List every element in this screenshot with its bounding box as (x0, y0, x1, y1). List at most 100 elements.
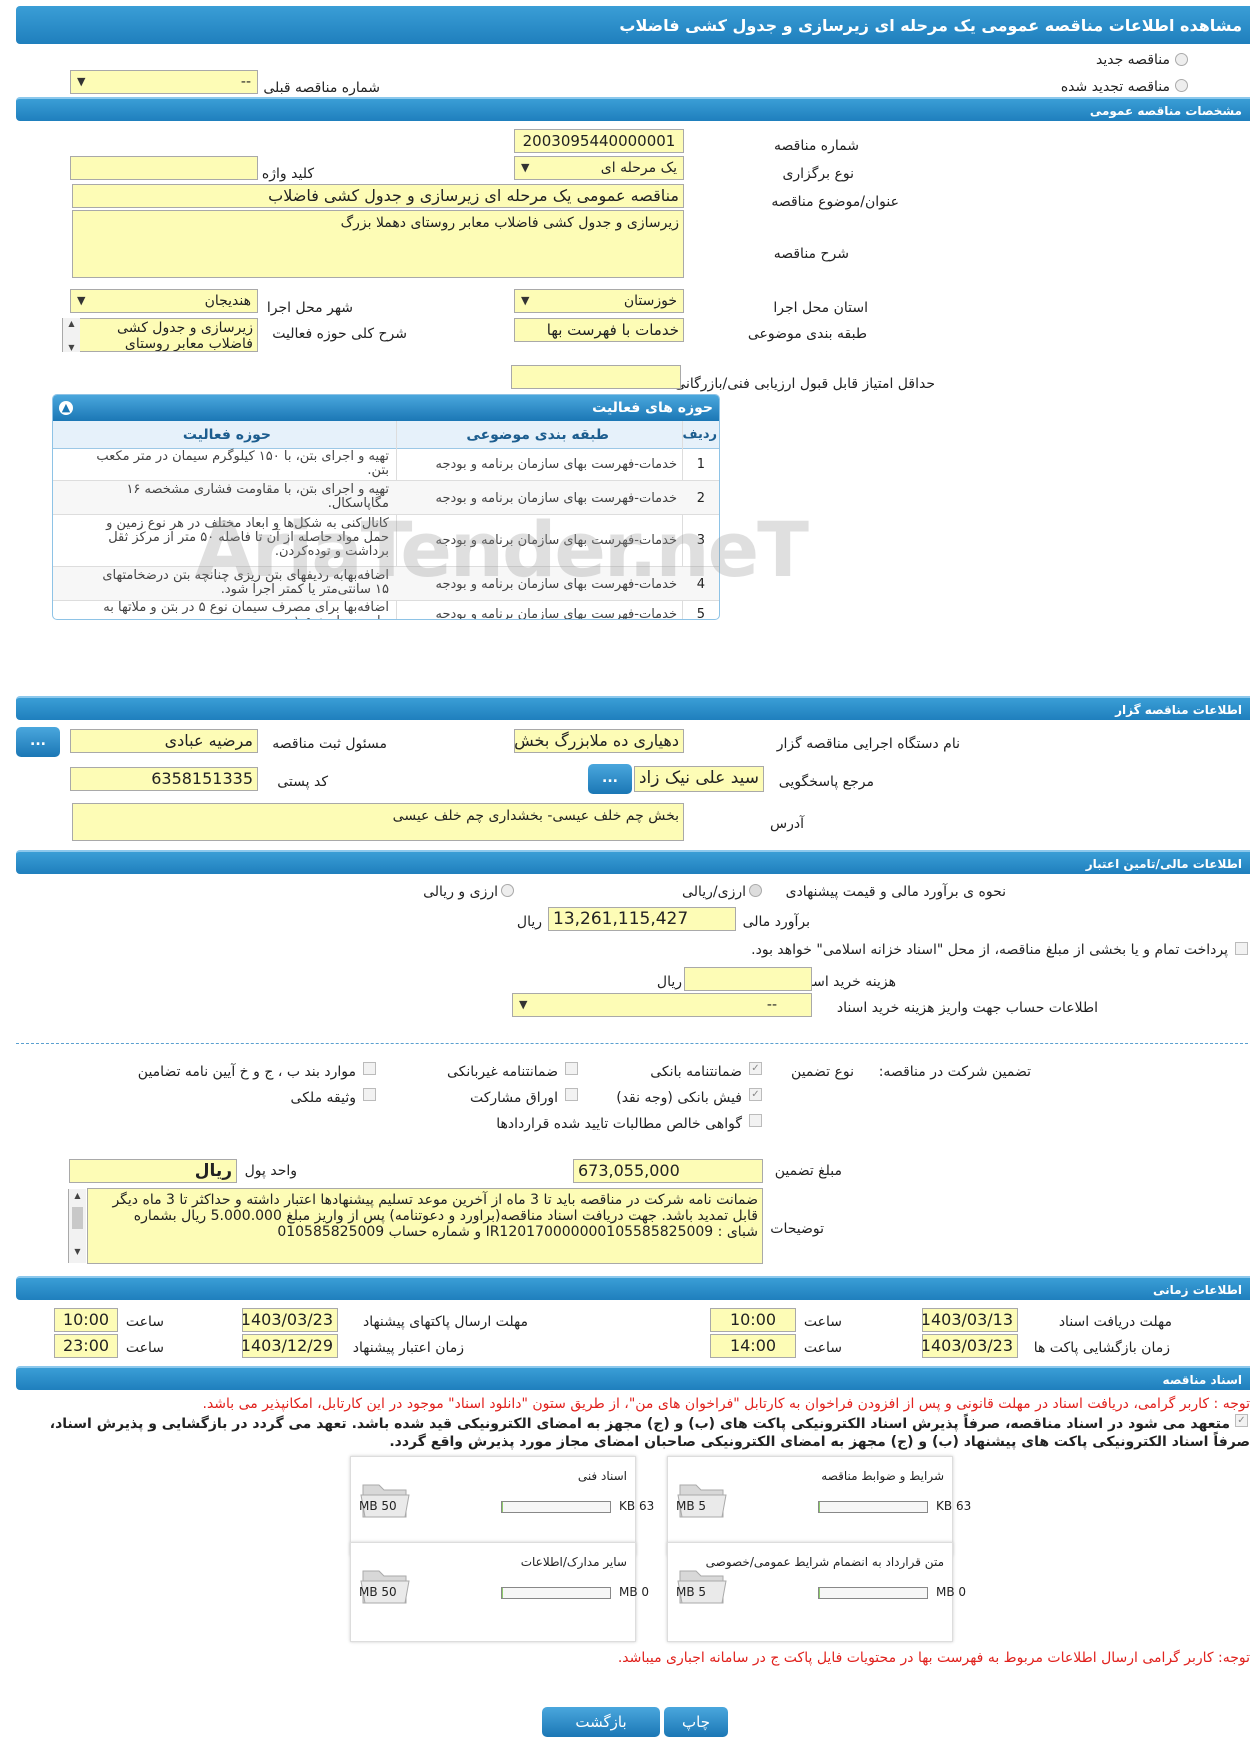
submit-deadline-field[interactable]: 1403/03/23 (242, 1308, 338, 1332)
label-new-tender: مناقصه جدید (1095, 52, 1170, 68)
chevron-down-icon: ▼ (519, 998, 528, 1011)
label-guarantee: تضمین شرکت در مناقصه: (878, 1064, 1031, 1080)
doc-card-progress-fill (502, 1502, 504, 1512)
postal-field[interactable]: 6358151335 (70, 767, 258, 791)
label-registrar: مسئول ثبت مناقصه (272, 736, 387, 752)
col-field-header: حوزه فعالیت (182, 427, 271, 443)
row-field: تهیه و اجرای بتن، با ۱۵۰ کیلوگرم سیمان د… (96, 449, 389, 478)
description-field[interactable]: زیرسازی و جدول کشی فاضلاب معابر روستای د… (72, 210, 684, 278)
doc-card-progress (818, 1501, 928, 1513)
doc-fee-field[interactable] (684, 967, 812, 991)
section-finance-header: اطلاعات مالی/تامین اعتبار (16, 850, 1250, 874)
submit-time-field[interactable]: 10:00 (54, 1308, 118, 1332)
registrar-lookup-button[interactable]: ... (16, 727, 60, 757)
doc-card-max-size: 50 MB (359, 1499, 397, 1513)
label-org-name: نام دستگاه اجرایی مناقصه گزار (776, 736, 960, 752)
category-field[interactable]: خدمات با فهرست بها (514, 318, 684, 342)
label-province: استان محل اجرا (773, 300, 868, 316)
activity-desc-field[interactable]: زیرسازی و جدول کشی فاضلاب معابر روستای (70, 318, 258, 352)
keyword-field[interactable] (70, 156, 258, 180)
doc-card-contract[interactable]: متن قرارداد به انضمام شرایط عمومی/خصوصی … (667, 1542, 966, 1642)
subject-field[interactable]: مناقصه عمومی یک مرحله ای زیرسازی و جدول … (72, 184, 684, 208)
commitment-line-2: صرفاً اسناد الکترونیکی پاکت های پیشنهاد … (389, 1434, 1250, 1450)
watermark: AriaTender.neT (195, 505, 809, 594)
collapse-icon[interactable]: ▲ (59, 401, 73, 415)
doc-card-conditions[interactable]: شرایط و ضوابط مناقصه 63 KB 5 MB (667, 1456, 971, 1556)
checkbox-property[interactable] (363, 1088, 376, 1101)
contact-lookup-button[interactable]: ... (588, 764, 632, 794)
label-renewed-tender: مناقصه تجدید شده (1060, 79, 1170, 95)
label-property: وثیقه ملکی (290, 1090, 356, 1106)
checkbox-bonds[interactable] (565, 1088, 578, 1101)
account-value: -- (766, 997, 777, 1013)
holding-type-select[interactable]: یک مرحله ای ▼ (514, 156, 684, 180)
row-number: 2 (696, 491, 705, 506)
chevron-down-icon: ▼ (77, 75, 86, 88)
chevron-down-icon: ▼ (521, 161, 530, 174)
label-contact: مرجع پاسخگویی (778, 774, 874, 790)
checkbox-cash[interactable]: ✓ (749, 1088, 762, 1101)
print-button[interactable]: چاپ (664, 1707, 728, 1737)
checkbox-guarantee-items[interactable] (363, 1062, 376, 1075)
doc-card-technical[interactable]: اسناد فنی 63 KB 50 MB (350, 1456, 654, 1556)
validity-time-field[interactable]: 23:00 (54, 1334, 118, 1358)
commitment-checkbox[interactable]: ✓ (1235, 1414, 1248, 1427)
radio-new-tender[interactable] (1175, 53, 1188, 66)
back-button[interactable]: بازگشت (542, 1707, 660, 1737)
min-score-field[interactable] (511, 365, 681, 389)
notes-field[interactable]: ضمانت نامه شرکت در مناقصه باید تا 3 ماه … (87, 1188, 763, 1264)
currency-field[interactable]: ریال (69, 1159, 237, 1183)
label-doc-fee: هزینه خرید اسناد (798, 974, 896, 990)
section-time-header: اطلاعات زمانی (16, 1276, 1250, 1300)
label-treasury: پرداخت تمام و یا بخشی از مبلغ مناقصه، از… (751, 942, 1228, 958)
doc-deadline-field[interactable]: 1403/03/13 (922, 1308, 1018, 1332)
city-select[interactable]: هندیجان ▼ (70, 289, 258, 313)
table-row: 5 خدمات-فهرست بهای سازمان برنامه و بودجه… (53, 601, 719, 620)
scroll-up-icon[interactable]: ▲ (69, 1189, 86, 1203)
guarantee-amount-field[interactable]: 673,055,000 (573, 1159, 763, 1183)
doc-card-other[interactable]: سایر مدارک/اطلاعات 0 MB 50 MB (350, 1542, 649, 1642)
folder-icon (676, 1561, 728, 1607)
section-docs-header: اسناد مناقصه (16, 1366, 1250, 1390)
validity-field[interactable]: 1403/12/29 (242, 1334, 338, 1358)
checkbox-nonbank-guarantee[interactable] (565, 1062, 578, 1075)
label-guarantee-amount: مبلغ تضمین (774, 1163, 842, 1179)
label-validity: زمان اعتبار پیشنهاد (352, 1340, 464, 1356)
radio-renewed-tender[interactable] (1175, 79, 1188, 92)
doc-card-title: اسناد فنی (577, 1469, 627, 1483)
contact-field[interactable]: سید علی نیک زاد (634, 766, 764, 792)
prev-number-select[interactable]: -- ▼ (70, 70, 258, 94)
doc-card-title: متن قرارداد به انضمام شرایط عمومی/خصوصی (705, 1555, 944, 1569)
org-name-field[interactable]: دهیاری ده ملابزرگ بخش چ (514, 729, 684, 753)
account-select[interactable]: -- ▼ (512, 993, 812, 1017)
doc-time-field[interactable]: 10:00 (710, 1308, 796, 1332)
price-list-notice: توجه: کاربر گرامی ارسال اطلاعات مربوط به… (617, 1650, 1250, 1666)
activities-panel-header: حوزه های فعالیت (53, 395, 719, 421)
radio-rial-currency[interactable] (501, 884, 514, 897)
scrollbar-thumb[interactable] (72, 1207, 83, 1229)
doc-card-progress-fill (819, 1588, 821, 1598)
col-row-header: ردیف (682, 427, 717, 442)
registrar-field[interactable]: مرضیه عبادی (70, 729, 258, 753)
checkbox-claims[interactable] (749, 1114, 762, 1127)
radio-rial[interactable] (749, 884, 762, 897)
label-prev-number: شماره مناقصه قبلی (263, 80, 380, 96)
address-field[interactable]: بخش چم خلف عیسی- بخشداری چم خلف عیسی (72, 803, 684, 841)
activity-desc-scrollbar[interactable]: ▲ ▼ (62, 318, 80, 352)
doc-card-max-size: 5 MB (676, 1585, 707, 1599)
doc-card-title: شرایط و ضوابط مناقصه (821, 1469, 944, 1483)
notes-scrollbar[interactable]: ▲ ▼ (68, 1189, 86, 1263)
opening-field[interactable]: 1403/03/23 (922, 1334, 1018, 1358)
scroll-down-icon[interactable]: ▼ (69, 1245, 86, 1259)
opening-time-field[interactable]: 14:00 (710, 1334, 796, 1358)
province-select[interactable]: خوزستان ▼ (514, 289, 684, 313)
row-number: 1 (696, 457, 705, 472)
estimate-field[interactable]: 13,261,115,427 (548, 907, 736, 931)
label-submit-time: ساعت (125, 1314, 164, 1330)
treasury-checkbox[interactable] (1235, 942, 1248, 955)
tender-number-field[interactable]: 2003095440000001 (514, 129, 684, 153)
label-city: شهر محل اجرا (266, 300, 353, 316)
doc-card-current-size: 0 MB (619, 1585, 650, 1599)
checkbox-bank-guarantee[interactable]: ✓ (749, 1062, 762, 1075)
chevron-down-icon: ▼ (521, 294, 530, 307)
